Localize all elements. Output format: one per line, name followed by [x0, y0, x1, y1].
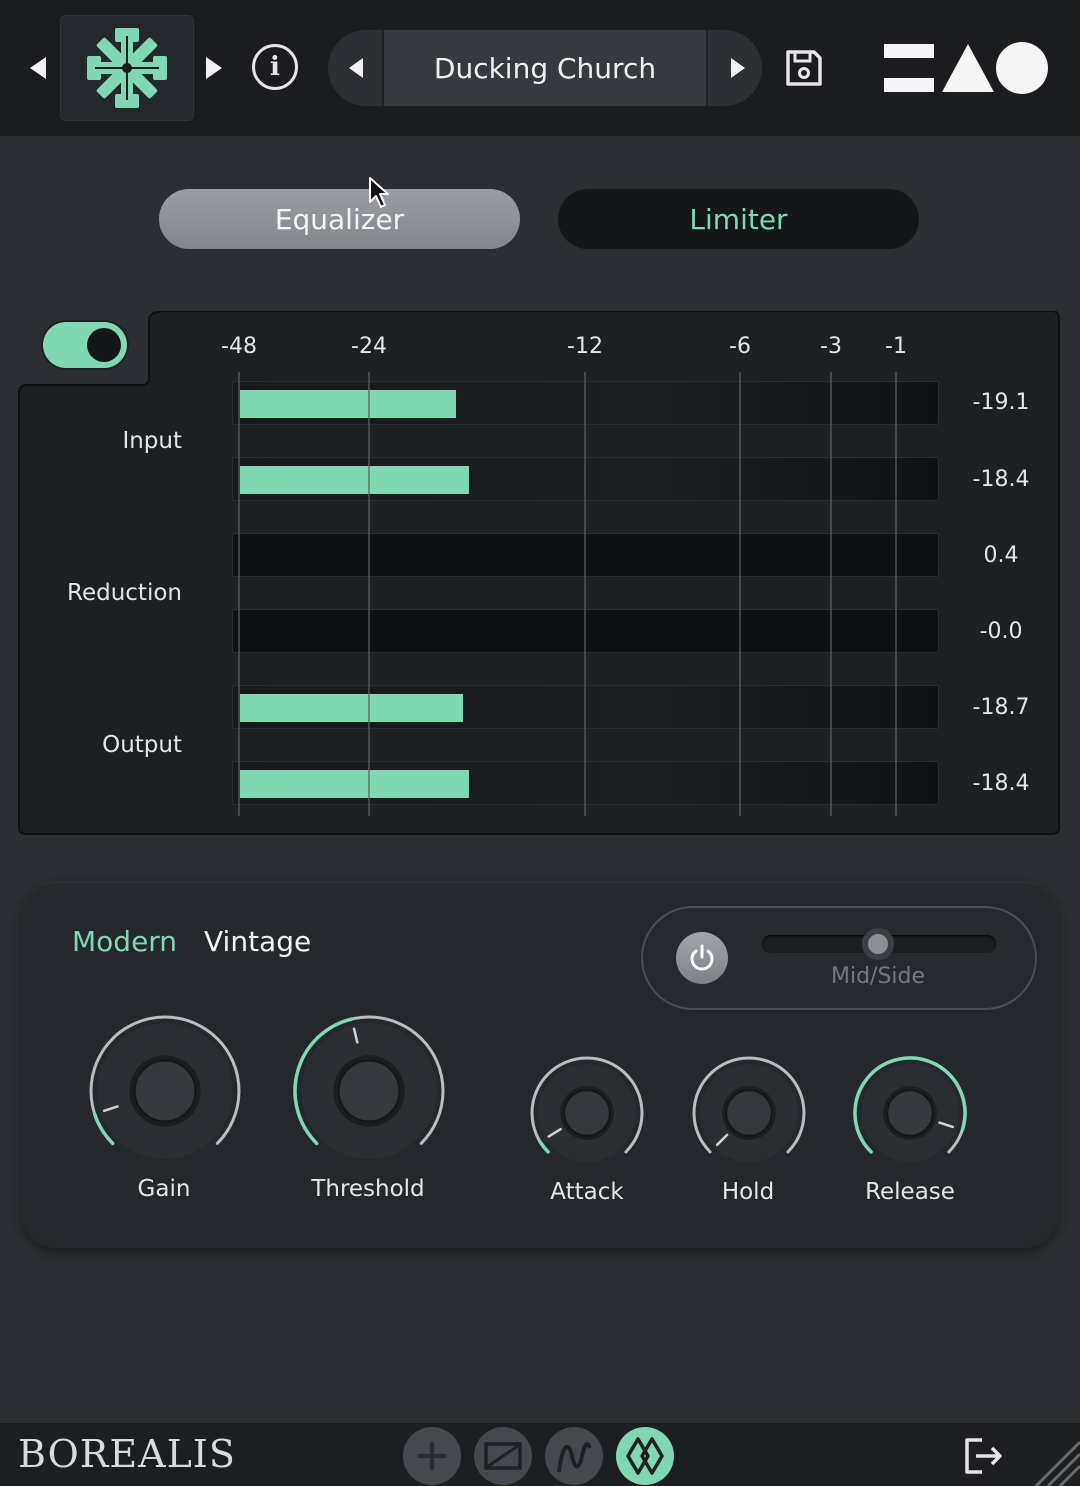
meter-fill: [240, 770, 469, 798]
input-label: Input: [122, 428, 182, 454]
save-button[interactable]: [784, 48, 824, 88]
scale-label: -1: [885, 334, 907, 359]
threshold-label: Threshold: [311, 1176, 425, 1202]
preset-prev-button[interactable]: [338, 50, 374, 86]
release-knob[interactable]: [847, 1050, 973, 1162]
reduction-label: Reduction: [67, 580, 182, 606]
output-right-value: -18.4: [972, 771, 1030, 796]
wave-icon: [557, 1442, 592, 1473]
preset-next-button[interactable]: [720, 50, 756, 86]
mid-side-power-button[interactable]: [676, 932, 728, 984]
toggle-knob: [87, 328, 121, 362]
preset-name[interactable]: Ducking Church: [382, 30, 708, 106]
output-label: Output: [102, 732, 182, 758]
gridline: [584, 372, 586, 816]
output-left-value: -18.7: [972, 695, 1030, 720]
knob-value-arc: [538, 1139, 550, 1154]
mouse-cursor-icon: [369, 177, 389, 208]
attack-knob[interactable]: [524, 1050, 650, 1162]
meter-enable-toggle[interactable]: [43, 322, 127, 368]
brand-shapes-icon: [884, 42, 1048, 94]
scale-label: -24: [351, 334, 387, 359]
gain-label: Gain: [137, 1176, 191, 1202]
envelope-module-button[interactable]: [474, 1427, 532, 1485]
mid-side-slider-thumb[interactable]: [862, 928, 894, 960]
next-button[interactable]: [196, 50, 232, 86]
reduction-right-value: -0.0: [979, 619, 1023, 644]
gridline: [830, 372, 832, 816]
knob-cap: [133, 1059, 197, 1123]
plus-icon: [418, 1442, 446, 1470]
add-module-button[interactable]: [403, 1427, 461, 1485]
input-right-value: -18.4: [972, 467, 1030, 492]
release-label: Release: [865, 1179, 955, 1205]
meter-fill: [240, 466, 469, 494]
scale-label: -6: [729, 334, 751, 359]
hold-knob[interactable]: [686, 1050, 812, 1162]
gridline: [238, 372, 240, 816]
preset-prev-icon: [349, 58, 363, 78]
info-icon: i: [270, 52, 280, 82]
resize-grip-icon[interactable]: [1026, 1432, 1080, 1486]
scale-label: -12: [567, 334, 603, 359]
gain-knob[interactable]: [82, 1009, 248, 1159]
mode-modern[interactable]: Modern: [72, 925, 177, 958]
scale-label: -48: [221, 334, 257, 359]
next-icon: [206, 57, 222, 79]
tab-limiter[interactable]: Limiter: [558, 189, 919, 249]
info-button[interactable]: i: [252, 44, 298, 90]
knob-cap: [886, 1089, 934, 1137]
preset-next-icon: [731, 58, 745, 78]
wave-module-button[interactable]: [545, 1427, 603, 1485]
knob-cap: [563, 1089, 611, 1137]
save-icon: [786, 50, 822, 86]
gridline: [895, 372, 897, 816]
exit-icon: [965, 1438, 1002, 1474]
snowflake-logo-icon: [87, 28, 167, 108]
meter-fill: [240, 694, 464, 722]
meter-fill: [240, 390, 457, 418]
knob-cap: [725, 1089, 773, 1137]
diamond-pattern-icon: [626, 1437, 664, 1475]
prev-button[interactable]: [20, 50, 56, 86]
input-left-value: -19.1: [972, 390, 1030, 415]
gridline: [739, 372, 741, 816]
tab-equalizer[interactable]: Equalizer: [159, 189, 520, 249]
exit-button[interactable]: [962, 1436, 1004, 1476]
hold-label: Hold: [721, 1179, 775, 1205]
knob-cap: [337, 1059, 401, 1123]
threshold-knob[interactable]: [286, 1009, 452, 1159]
scale-label: -3: [820, 334, 842, 359]
power-icon: [690, 944, 714, 971]
attack-label: Attack: [550, 1179, 624, 1205]
envelope-icon: [484, 1442, 522, 1470]
prev-icon: [30, 57, 46, 79]
limiter-module-button[interactable]: [616, 1427, 674, 1485]
brand-wordmark: BOREALIS: [18, 1432, 236, 1476]
mode-vintage[interactable]: Vintage: [204, 925, 311, 958]
mid-side-label: Mid/Side: [830, 964, 926, 989]
reduction-left-value: 0.4: [983, 543, 1019, 568]
gridline: [368, 372, 370, 816]
logo-button[interactable]: [60, 15, 194, 121]
